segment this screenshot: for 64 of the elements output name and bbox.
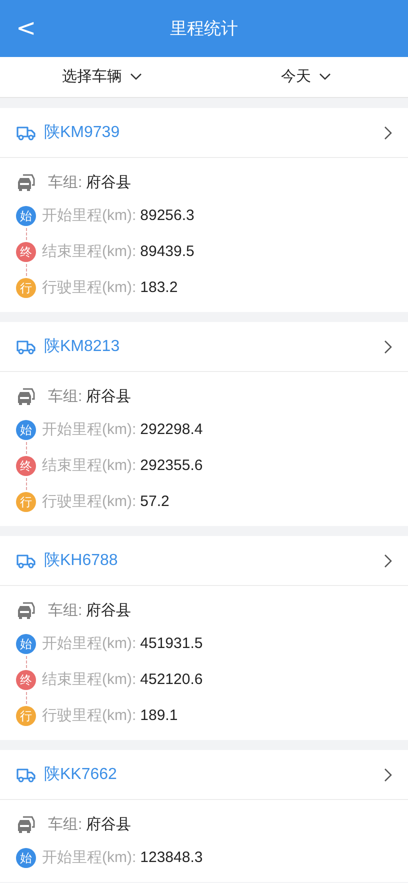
mileage-value: 189.1 xyxy=(140,706,178,726)
truck-icon xyxy=(16,766,36,782)
cars-icon xyxy=(16,602,36,620)
group-label: 车组: xyxy=(48,386,82,407)
vehicle-row[interactable]: 陕KM8213 xyxy=(0,322,408,372)
mileage-value: 292355.6 xyxy=(140,456,203,476)
vehicle-row[interactable]: 陕KM9739 xyxy=(0,108,408,158)
group-value: 府谷县 xyxy=(86,386,132,407)
back-button[interactable]: < xyxy=(12,14,40,42)
mileage-badge: 终 xyxy=(16,242,36,262)
mileage-label: 开始里程(km): xyxy=(42,848,136,868)
plate-number: 陕KM8213 xyxy=(44,336,120,356)
group-label: 车组: xyxy=(48,600,82,621)
mileage-label: 结束里程(km): xyxy=(42,242,136,262)
vehicle-row[interactable]: 陕KK7662 xyxy=(0,750,408,800)
vehicle-row[interactable]: 陕KH6788 xyxy=(0,536,408,586)
page-title: 里程统计 xyxy=(170,18,238,40)
mileage-value: 123848.3 xyxy=(140,848,203,868)
mileage-badge: 行 xyxy=(16,278,36,298)
mileage-value: 57.2 xyxy=(140,492,170,512)
mileage-badge: 终 xyxy=(16,456,36,476)
mileage-value: 451931.5 xyxy=(140,634,203,654)
chevron-down-icon xyxy=(130,73,142,81)
plate-number: 陕KM9739 xyxy=(44,122,120,142)
truck-icon xyxy=(16,124,36,140)
mileage-label: 行驶里程(km): xyxy=(42,492,136,512)
mileage-value: 89439.5 xyxy=(140,242,194,262)
mileage-label: 结束里程(km): xyxy=(42,670,136,690)
filter-dropdown[interactable]: 选择车辆 xyxy=(0,57,204,97)
filter-dropdown[interactable]: 今天 xyxy=(204,57,408,97)
group-label: 车组: xyxy=(48,814,82,835)
truck-icon xyxy=(16,552,36,568)
mileage-label: 开始里程(km): xyxy=(42,420,136,440)
mileage-badge: 行 xyxy=(16,492,36,512)
mileage-label: 行驶里程(km): xyxy=(42,278,136,298)
mileage-label: 开始里程(km): xyxy=(42,634,136,654)
group-value: 府谷县 xyxy=(86,172,132,193)
group-label: 车组: xyxy=(48,172,82,193)
cars-icon xyxy=(16,816,36,834)
mileage-value: 292298.4 xyxy=(140,420,203,440)
mileage-badge: 始 xyxy=(16,420,36,440)
mileage-badge: 终 xyxy=(16,670,36,690)
mileage-value: 183.2 xyxy=(140,278,178,298)
group-value: 府谷县 xyxy=(86,600,132,621)
mileage-badge: 始 xyxy=(16,848,36,868)
mileage-label: 结束里程(km): xyxy=(42,456,136,476)
chevron-right-icon xyxy=(384,554,392,568)
chevron-down-icon xyxy=(319,73,331,81)
mileage-value: 452120.6 xyxy=(140,670,203,690)
plate-number: 陕KH6788 xyxy=(44,550,118,570)
cars-icon xyxy=(16,388,36,406)
cars-icon xyxy=(16,174,36,192)
chevron-right-icon xyxy=(384,768,392,782)
group-value: 府谷县 xyxy=(86,814,132,835)
mileage-label: 开始里程(km): xyxy=(42,206,136,226)
mileage-label: 行驶里程(km): xyxy=(42,706,136,726)
plate-number: 陕KK7662 xyxy=(44,764,117,784)
mileage-badge: 始 xyxy=(16,206,36,226)
truck-icon xyxy=(16,338,36,354)
mileage-badge: 始 xyxy=(16,634,36,654)
mileage-value: 89256.3 xyxy=(140,206,194,226)
mileage-badge: 行 xyxy=(16,706,36,726)
chevron-right-icon xyxy=(384,340,392,354)
chevron-right-icon xyxy=(384,126,392,140)
